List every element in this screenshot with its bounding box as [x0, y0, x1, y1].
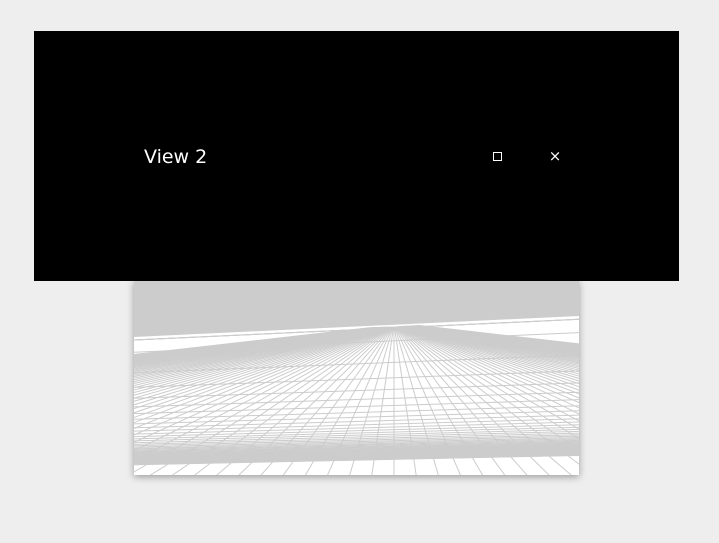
maximize-button[interactable]	[484, 142, 510, 170]
view-title-bar[interactable]: View 2 ×	[34, 31, 679, 281]
3d-viewport[interactable]	[134, 280, 579, 475]
close-icon: ×	[548, 146, 562, 165]
desktop-background: View 2 ×	[0, 0, 719, 543]
close-button[interactable]: ×	[542, 142, 568, 170]
maximize-icon	[492, 151, 502, 161]
ground-grid-scene	[134, 280, 579, 475]
window-title: View 2	[144, 146, 208, 168]
